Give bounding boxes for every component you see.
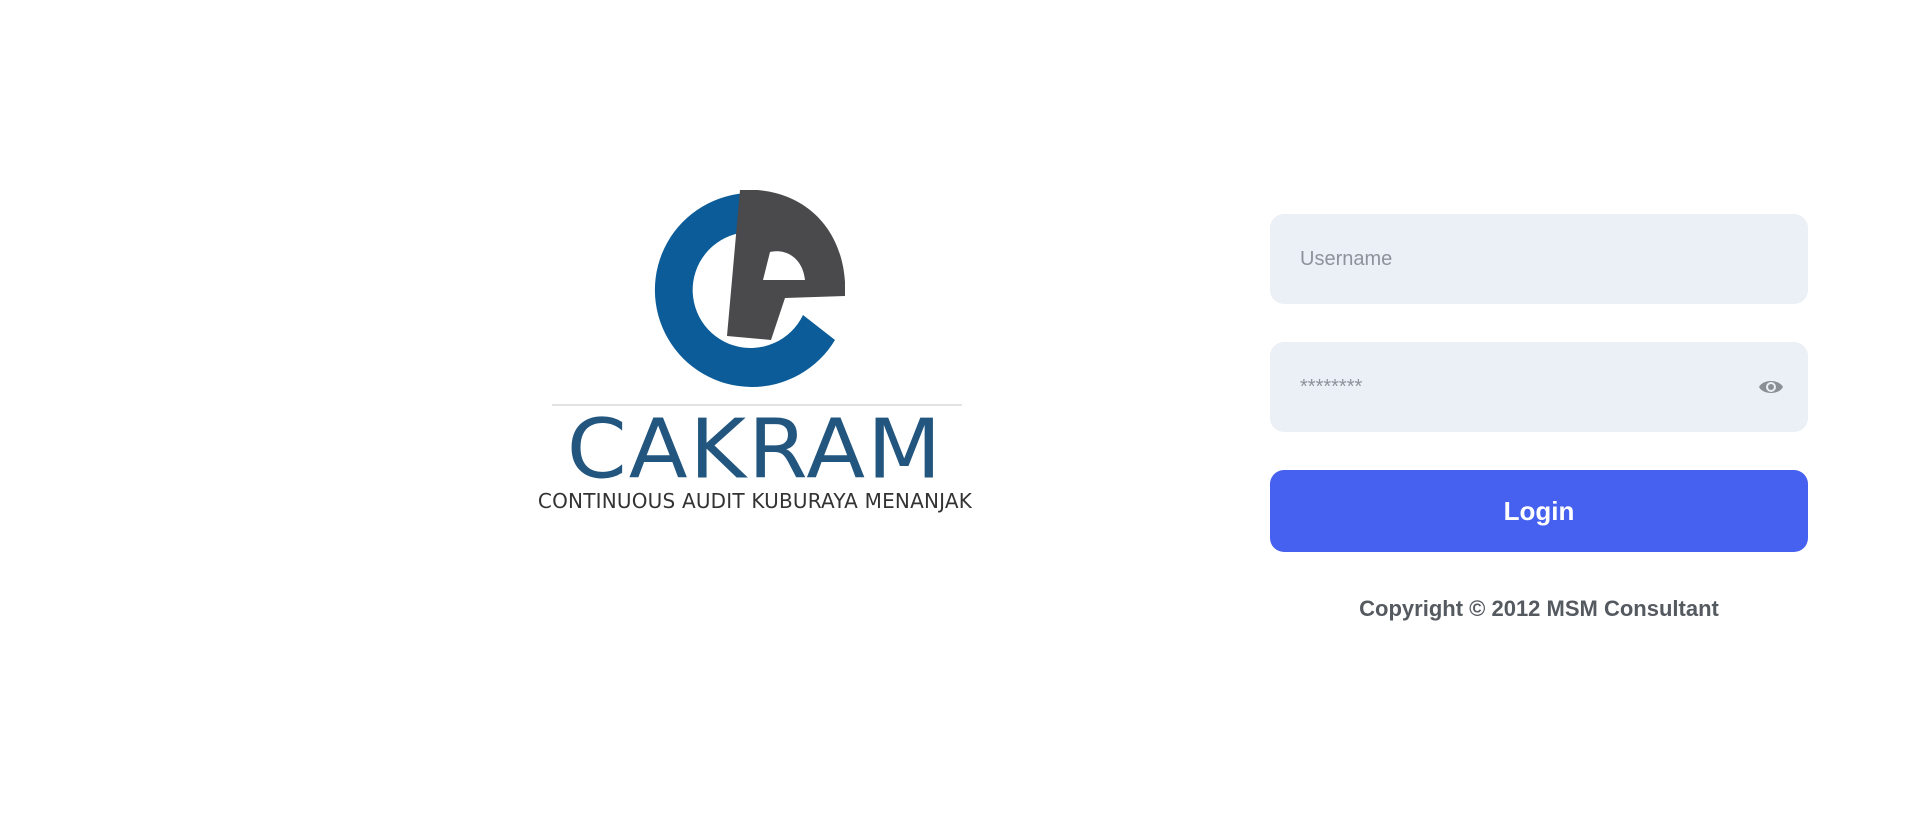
login-button[interactable]: Login: [1270, 470, 1808, 552]
username-input[interactable]: [1270, 214, 1808, 304]
login-form: Login Copyright © 2012 MSM Consultant: [1270, 214, 1808, 622]
cakram-logo-mark: [654, 190, 845, 387]
login-page: CAKRAM CONTINUOUS AUDIT KUBURAYA MENANJA…: [0, 0, 1920, 826]
brand-tagline: CONTINUOUS AUDIT KUBURAYA MENANJAK: [537, 489, 973, 513]
password-input[interactable]: [1270, 342, 1808, 432]
eye-icon[interactable]: [1758, 375, 1784, 399]
copyright-text: Copyright © 2012 MSM Consultant: [1359, 596, 1719, 621]
logo-p-shape: [727, 190, 845, 340]
password-field-wrapper: [1270, 342, 1808, 432]
username-field-wrapper: [1270, 214, 1808, 304]
brand-name: CAKRAM: [566, 402, 944, 498]
brand-logo: CAKRAM CONTINUOUS AUDIT KUBURAYA MENANJA…: [530, 190, 980, 520]
